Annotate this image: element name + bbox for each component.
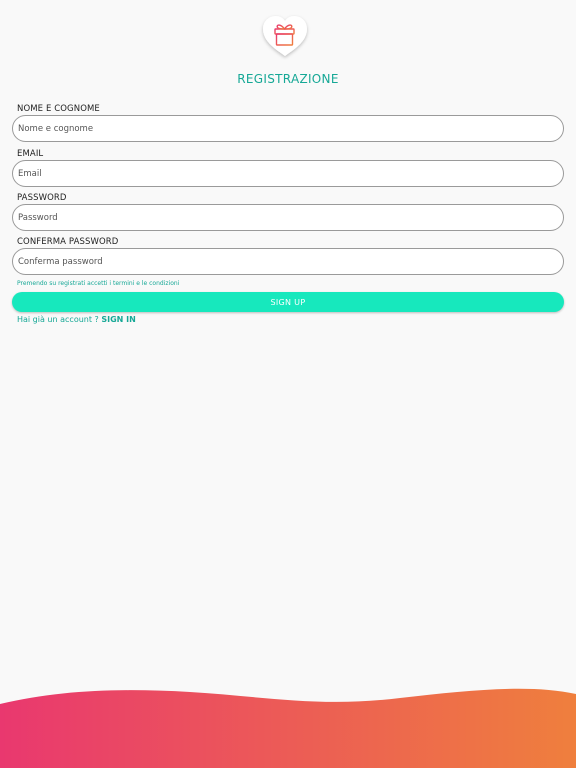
terms-notice: Premendo su registrati accetti i termini… xyxy=(17,280,180,287)
password-label: PASSWORD xyxy=(17,193,67,203)
confirm-password-label: CONFERMA PASSWORD xyxy=(17,237,119,247)
password-input[interactable] xyxy=(12,204,564,231)
confirm-password-input[interactable] xyxy=(12,248,564,275)
sign-in-link[interactable]: SIGN IN xyxy=(101,315,135,324)
decorative-wave xyxy=(0,688,576,768)
sign-in-prompt-text: Hai già un account ? xyxy=(17,315,99,324)
email-input[interactable] xyxy=(12,160,564,187)
registration-page: REGISTRAZIONE NOME E COGNOME EMAIL PASSW… xyxy=(0,0,576,768)
gift-heart-icon xyxy=(259,12,311,60)
full-name-label: NOME E COGNOME xyxy=(17,104,100,114)
email-label: EMAIL xyxy=(17,149,44,159)
page-title: REGISTRAZIONE xyxy=(237,72,339,86)
sign-up-button[interactable]: SIGN UP xyxy=(12,292,564,312)
sign-in-prompt: Hai già un account ? SIGN IN xyxy=(17,315,136,324)
full-name-input[interactable] xyxy=(12,115,564,142)
